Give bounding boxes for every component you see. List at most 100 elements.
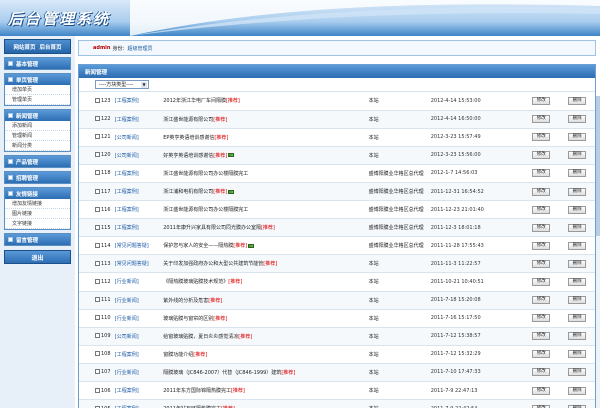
edit-button[interactable]: 修改 xyxy=(532,96,551,105)
delete-button[interactable]: 删除 xyxy=(568,259,587,268)
row-checkbox[interactable] xyxy=(95,387,100,393)
edit-button[interactable]: 修改 xyxy=(532,404,551,408)
delete-button[interactable]: 删除 xyxy=(568,133,587,142)
row-title[interactable]: 隔膜玻璃（JC846-2007）代替（JC846-1999）建筑 xyxy=(163,370,281,376)
row-category[interactable]: [工程案例] xyxy=(114,92,164,111)
row-category[interactable]: [工程案例] xyxy=(114,110,164,129)
row-category[interactable]: [工程案例] xyxy=(114,164,164,183)
sidebar-item[interactable]: 图片链接 xyxy=(5,209,70,219)
website-home-link[interactable]: 网站首页 xyxy=(13,43,35,51)
edit-button[interactable]: 修改 xyxy=(532,368,551,377)
row-title[interactable]: 2011年东方国际锦隔热膜完工 xyxy=(163,388,231,394)
sidebar-item[interactable]: 文字链接 xyxy=(5,219,70,229)
delete-button[interactable]: 删除 xyxy=(568,277,587,286)
row-category[interactable]: [公司新闻] xyxy=(114,146,164,165)
row-checkbox[interactable] xyxy=(95,97,100,103)
sidebar-item[interactable]: 增加单页 xyxy=(5,85,70,95)
row-category[interactable]: [常见问题答疑] xyxy=(114,254,164,274)
row-title[interactable]: EP英亨英语培训感谢信 xyxy=(163,135,214,141)
admin-home-link[interactable]: 后台首页 xyxy=(40,43,62,51)
row-category[interactable]: [行业新闻] xyxy=(114,363,164,383)
row-title[interactable]: 浙江盛世能源有限公司办公楼隔膜完工 xyxy=(163,171,248,177)
row-checkbox[interactable] xyxy=(95,134,100,140)
edit-button[interactable]: 修改 xyxy=(532,386,551,395)
row-checkbox[interactable] xyxy=(95,242,100,248)
row-category[interactable]: [行业新闻] xyxy=(114,272,164,292)
row-category[interactable]: [公司新闻] xyxy=(114,327,164,346)
sidebar-group-header[interactable]: 产品管理 xyxy=(5,156,70,167)
edit-button[interactable]: 修改 xyxy=(532,241,551,250)
sidebar-item[interactable]: 添加新闻 xyxy=(5,121,70,131)
delete-button[interactable]: 删除 xyxy=(568,296,587,305)
row-category[interactable]: [工程案例] xyxy=(114,345,164,364)
row-category[interactable]: [常见问题答疑] xyxy=(114,236,164,256)
row-title[interactable]: 2011年康升兴家具有限公司同光膜办公室隔 xyxy=(163,225,261,231)
sidebar-group-header[interactable]: 友情链接 xyxy=(5,188,70,199)
edit-button[interactable]: 修改 xyxy=(532,115,551,124)
row-title[interactable]: 保护您与家人的安全——隔热膜 xyxy=(163,243,233,249)
row-category[interactable]: [公司新闻] xyxy=(114,128,164,147)
row-title[interactable]: 关于印发加强政府办公和大型公共建筑节能管 xyxy=(163,261,263,267)
edit-button[interactable]: 修改 xyxy=(532,277,551,286)
sidebar-group-header[interactable]: 单页管理 xyxy=(5,74,70,85)
category-filter-select[interactable]: ----方块类型---- ▼ xyxy=(95,80,149,89)
edit-button[interactable]: 修改 xyxy=(532,187,551,196)
edit-button[interactable]: 修改 xyxy=(532,223,551,232)
row-category[interactable]: [工程案例] xyxy=(114,218,164,238)
edit-button[interactable]: 修改 xyxy=(532,151,551,160)
sidebar-group-header[interactable]: 招聘管理 xyxy=(5,172,70,183)
edit-button[interactable]: 修改 xyxy=(532,169,551,178)
row-checkbox[interactable] xyxy=(95,224,100,230)
row-checkbox[interactable] xyxy=(95,152,100,158)
row-checkbox[interactable] xyxy=(95,170,100,176)
row-category[interactable]: [行业新闻] xyxy=(114,309,164,328)
delete-button[interactable]: 删除 xyxy=(568,205,587,214)
logout-button[interactable]: 退出 xyxy=(4,250,71,264)
delete-button[interactable]: 删除 xyxy=(568,404,587,408)
delete-button[interactable]: 删除 xyxy=(568,169,587,178)
row-category[interactable]: [行业新闻] xyxy=(114,291,164,310)
sidebar-item[interactable]: 新闻分类 xyxy=(5,141,70,151)
edit-button[interactable]: 修改 xyxy=(532,314,551,323)
edit-button[interactable]: 修改 xyxy=(532,133,551,142)
row-title[interactable]: 《隔热膜玻璃贴膜技术规范》 xyxy=(163,279,228,285)
sidebar-item[interactable]: 管理新闻 xyxy=(5,131,70,141)
row-title[interactable]: 浙江浦和电机有限公司 xyxy=(163,189,213,195)
sidebar-group-header[interactable]: 留言管理 xyxy=(5,234,70,245)
edit-button[interactable]: 修改 xyxy=(532,332,551,341)
delete-button[interactable]: 删除 xyxy=(568,187,587,196)
row-checkbox[interactable] xyxy=(95,369,100,375)
row-checkbox[interactable] xyxy=(95,315,100,321)
row-title[interactable]: 好英亨英语培训感谢信 xyxy=(163,153,213,159)
row-title[interactable]: 浙江盛世能源有限公司 xyxy=(163,117,213,123)
row-category[interactable]: [工程案例] xyxy=(114,399,164,408)
row-checkbox[interactable] xyxy=(95,188,100,194)
row-title[interactable]: 窗膜功能介绍 xyxy=(163,352,193,358)
row-title[interactable]: 2012年浙江华电厂车间隔膜 xyxy=(163,98,226,104)
row-checkbox[interactable] xyxy=(95,278,100,284)
row-checkbox[interactable] xyxy=(95,206,100,212)
row-checkbox[interactable] xyxy=(95,116,100,122)
row-title[interactable]: 浙江盛世能源有限公司办公楼隔膜完工 xyxy=(163,207,248,213)
delete-button[interactable]: 删除 xyxy=(568,115,587,124)
row-category[interactable]: [工程案例] xyxy=(114,200,164,220)
delete-button[interactable]: 删除 xyxy=(568,332,587,341)
delete-button[interactable]: 删除 xyxy=(568,314,587,323)
edit-button[interactable]: 修改 xyxy=(532,205,551,214)
sidebar-group-header[interactable]: 新闻管理 xyxy=(5,110,70,121)
row-checkbox[interactable] xyxy=(95,260,100,266)
delete-button[interactable]: 删除 xyxy=(568,96,587,105)
row-checkbox[interactable] xyxy=(95,351,100,357)
sidebar-item[interactable]: 管理单页 xyxy=(5,95,70,105)
row-title[interactable]: 玻璃贴膜与窗帘的区别 xyxy=(163,316,213,322)
edit-button[interactable]: 修改 xyxy=(532,259,551,268)
row-title[interactable]: 紫外线的分析及危害 xyxy=(163,298,208,304)
delete-button[interactable]: 删除 xyxy=(568,386,587,395)
row-checkbox[interactable] xyxy=(95,297,100,303)
edit-button[interactable]: 修改 xyxy=(532,350,551,359)
delete-button[interactable]: 删除 xyxy=(568,223,587,232)
row-category[interactable]: [工程案例] xyxy=(114,182,164,202)
delete-button[interactable]: 删除 xyxy=(568,151,587,160)
page-scrollbar[interactable] xyxy=(596,96,600,408)
row-title[interactable]: 给窗玻璃贴膜，夏日炎炎感觉清凉 xyxy=(163,334,238,340)
